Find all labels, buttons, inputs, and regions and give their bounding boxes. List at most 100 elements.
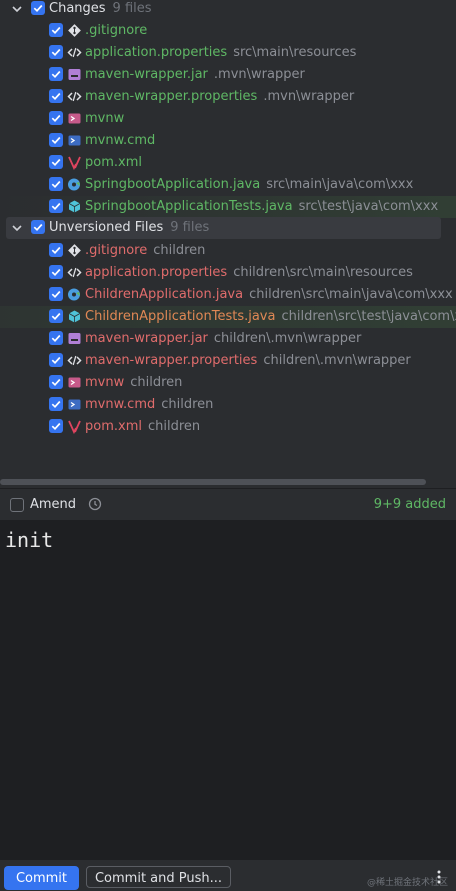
file-path: src\main\java\com\xxx (266, 177, 414, 192)
file-name: mvnw (85, 111, 125, 126)
file-row[interactable]: .gitignore (0, 20, 456, 42)
properties-icon (67, 91, 82, 102)
file-name: SpringbootApplicationTests.java (85, 199, 293, 214)
file-name: mvnw (85, 375, 125, 390)
file-row[interactable]: ChildrenApplication.java children\src\mai… (0, 284, 456, 306)
file-row[interactable]: SpringbootApplicationTests.java src\test\… (0, 196, 456, 218)
chevron-down-icon[interactable] (10, 221, 24, 235)
test-class-icon (68, 310, 81, 323)
file-checkbox[interactable] (49, 419, 63, 433)
file-name: maven-wrapper.jar (85, 331, 208, 346)
changes-tree: Changes 9 files .gitignore application.pr… (0, 0, 456, 470)
file-name: pom.xml (85, 155, 142, 170)
file-row[interactable]: pom.xml (0, 152, 456, 174)
file-path: children (130, 375, 183, 390)
file-name: ChildrenApplicationTests.java (85, 309, 276, 324)
commit-and-push-button[interactable]: Commit and Push... (86, 866, 231, 888)
file-row[interactable]: maven-wrapper.jar .mvn\wrapper (0, 64, 456, 86)
spring-class-icon (68, 178, 80, 191)
git-ignore-icon (68, 24, 81, 37)
history-icon[interactable] (87, 496, 103, 512)
properties-icon (67, 267, 82, 278)
file-checkbox[interactable] (49, 177, 63, 191)
unversioned-group-checkbox[interactable] (31, 220, 45, 234)
file-row[interactable]: mvnw.cmd children (0, 394, 456, 416)
file-name: application.properties (85, 265, 228, 280)
file-row[interactable]: mvnw.cmd (0, 130, 456, 152)
file-path: children (153, 243, 206, 258)
file-path: children\src\main\resources (233, 265, 413, 280)
file-name: pom.xml (85, 419, 142, 434)
maven-icon (68, 156, 81, 170)
file-row[interactable]: application.properties children\src\main\… (0, 262, 456, 284)
added-count: 9+9 added (373, 497, 446, 512)
chevron-down-icon[interactable] (10, 2, 24, 16)
commit-button[interactable]: Commit (4, 866, 79, 890)
changes-group-title: Changes (49, 1, 106, 16)
maven-icon (68, 420, 81, 434)
file-name: maven-wrapper.properties (85, 89, 258, 104)
file-row[interactable]: mvnw (0, 108, 456, 130)
file-path: children\.mvn\wrapper (263, 353, 411, 368)
amend-label[interactable]: Amend (30, 497, 76, 512)
jar-icon (68, 69, 81, 80)
shell-script-icon (68, 377, 81, 388)
file-row[interactable]: application.properties src\main\resources (0, 42, 456, 64)
file-name: maven-wrapper.properties (85, 353, 258, 368)
file-name: SpringbootApplication.java (85, 177, 261, 192)
file-checkbox[interactable] (49, 199, 63, 213)
properties-icon (67, 355, 82, 366)
file-path: children\src\test\java\com\x: (281, 309, 456, 324)
file-checkbox[interactable] (49, 353, 63, 367)
file-checkbox[interactable] (49, 309, 63, 323)
file-path: children (147, 419, 201, 434)
file-row[interactable]: maven-wrapper.properties children\.mvn\wr… (0, 350, 456, 372)
file-row[interactable]: ChildrenApplicationTests.java children\sr… (0, 306, 456, 328)
file-name: mvnw.cmd (85, 133, 156, 148)
file-checkbox[interactable] (49, 23, 63, 37)
spring-class-icon (68, 288, 80, 301)
file-name: ChildrenApplication.java (85, 287, 244, 302)
file-row[interactable]: .gitignore children (0, 240, 456, 262)
commit-message-editor[interactable]: init (0, 520, 456, 860)
file-name: application.properties (85, 45, 228, 60)
unversioned-group-row[interactable]: Unversioned Files 9 files (6, 217, 441, 239)
horizontal-scrollbar[interactable] (0, 479, 426, 485)
file-checkbox[interactable] (49, 243, 63, 257)
file-row[interactable]: maven-wrapper.properties .mvn\wrapper (0, 86, 456, 108)
file-checkbox[interactable] (49, 397, 63, 411)
file-checkbox[interactable] (49, 265, 63, 279)
changes-group-checkbox[interactable] (31, 1, 45, 15)
file-name: .gitignore (85, 23, 148, 38)
file-path: children\src\main\java\com\xxx (249, 287, 453, 302)
file-row[interactable]: mvnw children (0, 372, 456, 394)
amend-checkbox[interactable] (10, 498, 24, 512)
unversioned-file-count: 9 files (170, 220, 210, 235)
file-path: children (161, 397, 214, 412)
changes-group-row[interactable]: Changes 9 files (0, 0, 456, 20)
file-checkbox[interactable] (49, 111, 63, 125)
more-options-icon[interactable] (432, 869, 446, 885)
file-checkbox[interactable] (49, 287, 63, 301)
file-path: src\main\resources (233, 45, 357, 60)
file-checkbox[interactable] (49, 133, 63, 147)
file-checkbox[interactable] (49, 67, 63, 81)
unversioned-group-title: Unversioned Files (49, 220, 164, 235)
file-checkbox[interactable] (49, 45, 63, 59)
file-checkbox[interactable] (49, 89, 63, 103)
file-path: children\.mvn\wrapper (213, 331, 362, 346)
shell-script-icon (68, 113, 81, 124)
file-path: src\test\java\com\xxx (298, 199, 439, 214)
file-name: maven-wrapper.jar (85, 67, 208, 82)
file-row[interactable]: maven-wrapper.jar children\.mvn\wrapper (0, 328, 456, 350)
cmd-script-icon (68, 135, 81, 146)
file-checkbox[interactable] (49, 375, 63, 389)
git-ignore-icon (68, 244, 81, 257)
file-name: mvnw.cmd (85, 397, 156, 412)
properties-icon (67, 47, 82, 58)
file-checkbox[interactable] (49, 331, 63, 345)
commit-message-text[interactable]: init (5, 528, 53, 552)
file-row[interactable]: pom.xml children (0, 416, 456, 438)
file-row[interactable]: SpringbootApplication.java src\main\java\… (0, 174, 456, 196)
file-checkbox[interactable] (49, 155, 63, 169)
